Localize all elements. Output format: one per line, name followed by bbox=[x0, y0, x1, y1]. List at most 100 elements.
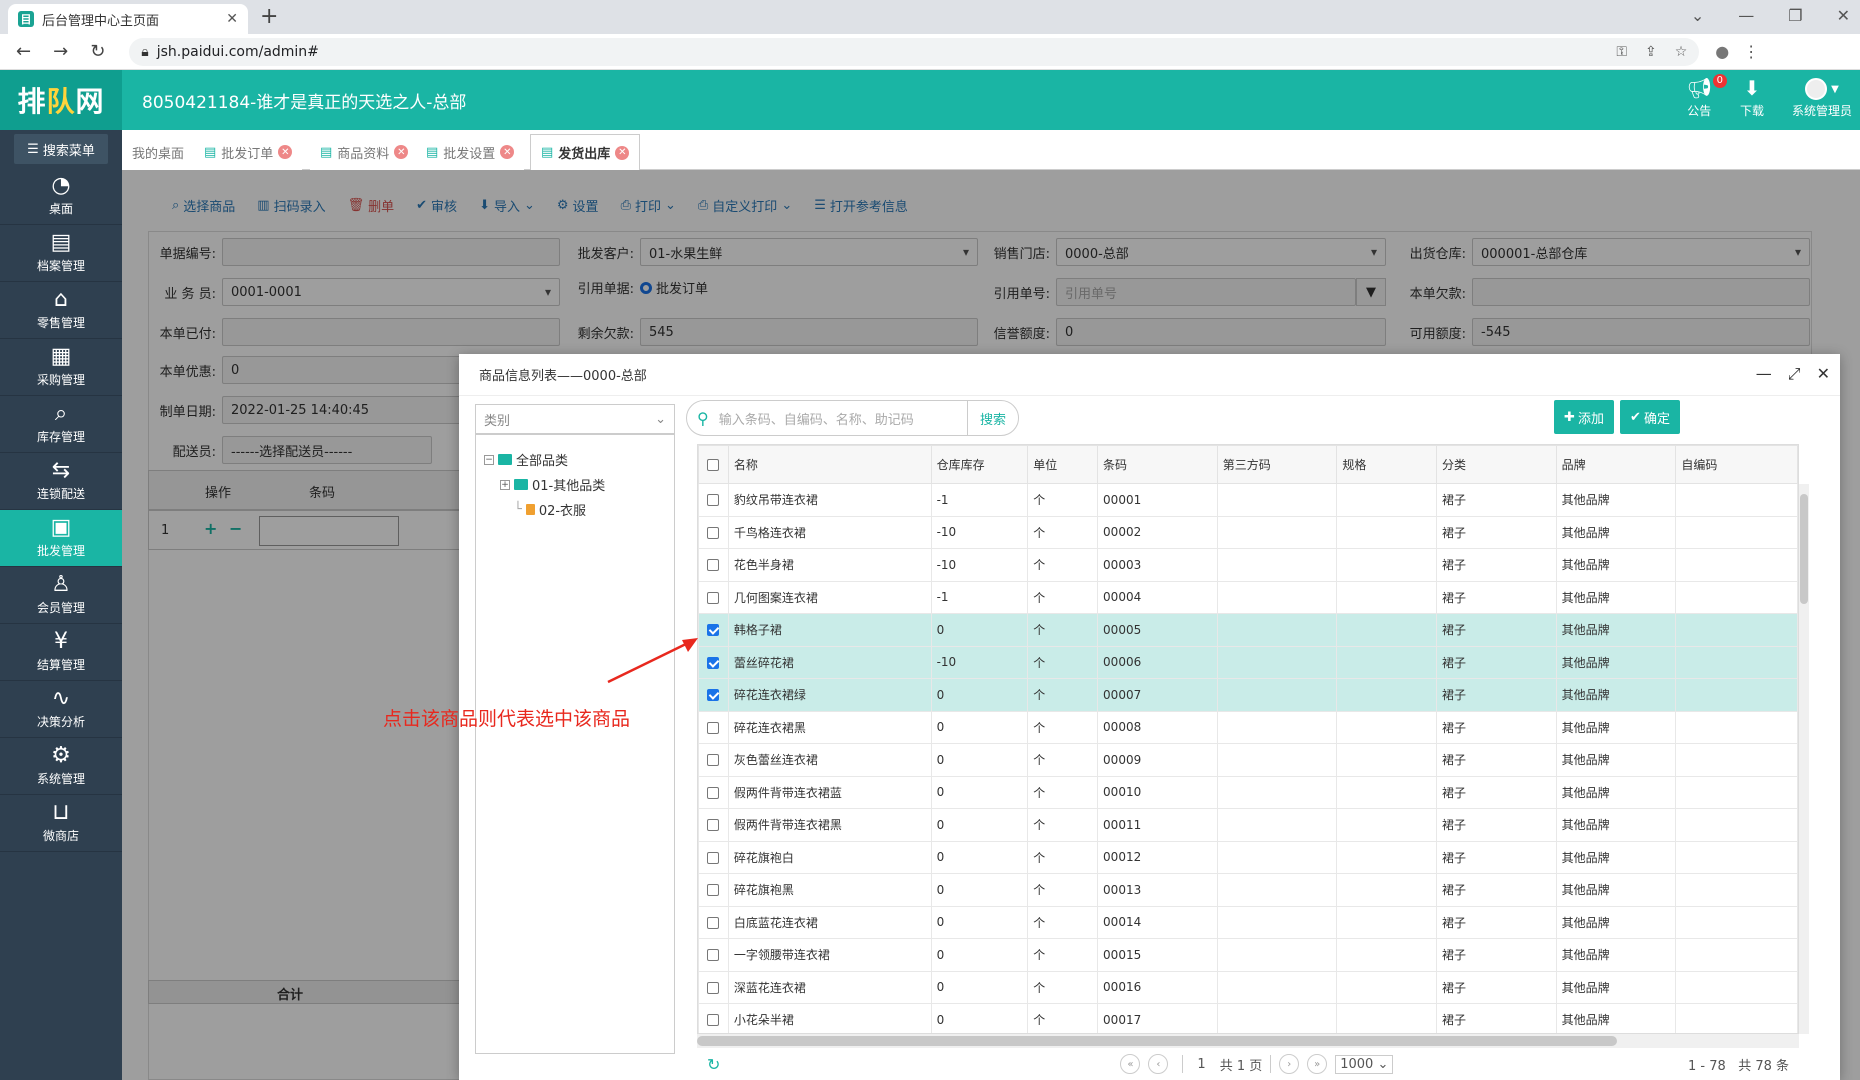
restore-button[interactable]: ❐ bbox=[1788, 6, 1802, 25]
sidebar-item-member[interactable]: ♙ 会员管理 bbox=[0, 567, 122, 624]
minimize-icon[interactable]: — bbox=[1756, 364, 1772, 384]
collapse-icon[interactable]: − bbox=[484, 454, 494, 465]
last-page-icon[interactable]: » bbox=[1307, 1054, 1328, 1074]
row-checkbox[interactable] bbox=[707, 526, 720, 539]
vertical-scroll-thumb[interactable] bbox=[1800, 494, 1808, 604]
search-input[interactable]: 输入条码、自编码、名称、助记码 bbox=[719, 409, 967, 428]
sidebar-item-purchase[interactable]: ▦ 采购管理 bbox=[0, 339, 122, 396]
key-icon[interactable]: ⚿ bbox=[1616, 44, 1627, 60]
row-checkbox[interactable] bbox=[707, 1014, 720, 1027]
close-icon[interactable]: ✕ bbox=[1817, 364, 1830, 384]
sidebar-item-analysis[interactable]: ∿ 决策分析 bbox=[0, 681, 122, 738]
table-row[interactable]: 一字领腰带连衣裙 0 个 00015 裙子 其他品牌 bbox=[698, 938, 1798, 972]
table-row[interactable]: 灰色蕾丝连衣裙 0 个 00009 裙子 其他品牌 bbox=[698, 743, 1798, 777]
table-row[interactable]: 碎花旗袍黑 0 个 00013 裙子 其他品牌 bbox=[698, 873, 1798, 907]
tab-2[interactable]: ▤ 商品资料 ✕ bbox=[310, 134, 419, 170]
confirm-button[interactable]: ✔ 确定 bbox=[1620, 400, 1680, 434]
table-row[interactable]: 假两件背带连衣裙蓝 0 个 00010 裙子 其他品牌 bbox=[698, 775, 1798, 809]
add-button[interactable]: ✚ 添加 bbox=[1554, 400, 1614, 434]
announce-button[interactable]: 📢︎ 0 公告 bbox=[1687, 74, 1727, 119]
table-row[interactable]: 白底蓝花连衣裙 0 个 00014 裙子 其他品牌 bbox=[698, 905, 1798, 939]
row-checkbox[interactable] bbox=[707, 689, 720, 702]
row-checkbox[interactable] bbox=[707, 754, 720, 767]
table-row[interactable]: 碎花旗袍白 0 个 00012 裙子 其他品牌 bbox=[698, 840, 1798, 874]
prev-page-icon[interactable]: ‹ bbox=[1148, 1054, 1169, 1074]
row-checkbox[interactable] bbox=[707, 981, 720, 994]
sidebar-item-shop[interactable]: ⊔ 微商店 bbox=[0, 795, 122, 852]
row-checkbox[interactable] bbox=[707, 884, 720, 897]
tab-0[interactable]: 我的桌面 bbox=[122, 134, 195, 170]
close-tab-icon[interactable]: ✕ bbox=[226, 11, 238, 27]
tree-node-root[interactable]: − 全部品类 bbox=[484, 447, 666, 472]
maximize-icon[interactable]: ⤢ bbox=[1788, 364, 1801, 384]
table-row[interactable]: 蕾丝碎花裙 -10 个 00006 裙子 其他品牌 bbox=[698, 645, 1798, 679]
column-header[interactable]: 单位 bbox=[1027, 445, 1099, 484]
sidebar-item-wholesale[interactable]: ▣ 批发管理 bbox=[0, 510, 122, 567]
row-checkbox[interactable] bbox=[707, 851, 720, 864]
column-header[interactable]: 规格 bbox=[1336, 445, 1437, 484]
share-icon[interactable]: ⇪ bbox=[1645, 44, 1657, 60]
table-row[interactable]: 豹纹吊带连衣裙 -1 个 00001 裙子 其他品牌 bbox=[698, 483, 1798, 517]
table-row[interactable]: 千鸟格连衣裙 -10 个 00002 裙子 其他品牌 bbox=[698, 515, 1798, 549]
first-page-icon[interactable]: « bbox=[1120, 1054, 1141, 1074]
table-row[interactable]: 韩格子裙 0 个 00005 裙子 其他品牌 bbox=[698, 613, 1798, 647]
forward-icon[interactable]: → bbox=[53, 41, 68, 62]
tree-node-other[interactable]: + 01-其他品类 bbox=[484, 472, 666, 497]
column-header[interactable]: 条码 bbox=[1097, 445, 1218, 484]
download-button[interactable]: ⬇ 下载 bbox=[1740, 76, 1764, 119]
star-icon[interactable]: ☆ bbox=[1675, 44, 1688, 60]
tab-4[interactable]: ▤ 发货出库 ✕ bbox=[530, 134, 641, 171]
expand-icon[interactable]: + bbox=[500, 479, 510, 490]
new-tab-button[interactable]: + bbox=[260, 4, 278, 29]
sidebar-item-dashboard[interactable]: ◔ 桌面 bbox=[0, 168, 122, 225]
category-select[interactable]: 类别 ⌄ bbox=[475, 404, 675, 434]
minimize-button[interactable]: — bbox=[1738, 6, 1754, 25]
sidebar-item-store[interactable]: ⌂ 零售管理 bbox=[0, 282, 122, 339]
table-row[interactable]: 碎花连衣裙黑 0 个 00008 裙子 其他品牌 bbox=[698, 710, 1798, 744]
tab-1[interactable]: ▤ 批发订单 ✕ bbox=[194, 134, 303, 170]
sidebar-item-delivery[interactable]: ⇆ 连锁配送 bbox=[0, 453, 122, 510]
page-size-select[interactable]: 1000 ⌄ bbox=[1335, 1054, 1394, 1074]
sidebar-item-archive[interactable]: ▤ 档案管理 bbox=[0, 225, 122, 282]
chevron-down-icon[interactable]: ⌄ bbox=[1691, 6, 1704, 25]
table-row[interactable]: 小花朵半裙 0 个 00017 裙子 其他品牌 bbox=[698, 1003, 1798, 1033]
row-checkbox[interactable] bbox=[707, 819, 720, 832]
column-header[interactable]: 名称 bbox=[727, 445, 932, 484]
column-header[interactable]: 自编码 bbox=[1675, 445, 1798, 484]
row-checkbox[interactable] bbox=[707, 916, 720, 929]
user-menu[interactable]: ▼ 系统管理员 bbox=[1792, 76, 1852, 119]
table-row[interactable]: 几何图案连衣裙 -1 个 00004 裙子 其他品牌 bbox=[698, 580, 1798, 614]
row-checkbox[interactable] bbox=[707, 721, 720, 734]
sidebar-item-inventory[interactable]: ⌕ 库存管理 bbox=[0, 396, 122, 453]
row-checkbox[interactable] bbox=[707, 494, 720, 507]
column-header[interactable]: 仓库库存 bbox=[930, 445, 1029, 484]
browser-tab[interactable]: 目 后台管理中心主页面 ✕ bbox=[8, 4, 248, 34]
column-header[interactable]: 分类 bbox=[1435, 445, 1557, 484]
row-checkbox[interactable] bbox=[707, 786, 720, 799]
sidebar-item-settings[interactable]: ⚙ 系统管理 bbox=[0, 738, 122, 795]
row-checkbox[interactable] bbox=[707, 591, 720, 604]
menu-icon[interactable]: ⋮ bbox=[1743, 42, 1759, 61]
back-icon[interactable]: ← bbox=[16, 41, 31, 62]
table-row[interactable]: 假两件背带连衣裙黑 0 个 00011 裙子 其他品牌 bbox=[698, 808, 1798, 842]
next-page-icon[interactable]: › bbox=[1279, 1054, 1300, 1074]
row-checkbox[interactable] bbox=[707, 949, 720, 962]
column-header[interactable]: 品牌 bbox=[1555, 445, 1677, 484]
row-checkbox[interactable] bbox=[707, 559, 720, 572]
table-row[interactable]: 花色半身裙 -10 个 00003 裙子 其他品牌 bbox=[698, 548, 1798, 582]
search-menu-button[interactable]: ☰ 搜索菜单 bbox=[14, 134, 108, 164]
select-all-checkbox[interactable] bbox=[707, 459, 720, 471]
close-tab-icon[interactable]: ✕ bbox=[278, 145, 293, 159]
table-row[interactable]: 深蓝花连衣裙 0 个 00016 裙子 其他品牌 bbox=[698, 970, 1798, 1004]
tree-node-clothes[interactable]: └ 02-衣服 bbox=[484, 497, 666, 522]
close-window-button[interactable]: ✕ bbox=[1837, 6, 1850, 25]
reload-icon[interactable]: ↻ bbox=[90, 41, 105, 62]
refresh-icon[interactable]: ↻ bbox=[707, 1055, 720, 1074]
profile-icon[interactable]: ● bbox=[1715, 42, 1729, 61]
horizontal-scroll-thumb[interactable] bbox=[697, 1036, 1617, 1046]
sidebar-item-settlement[interactable]: ¥ 结算管理 bbox=[0, 624, 122, 681]
tab-3[interactable]: ▤ 批发设置 ✕ bbox=[416, 134, 525, 170]
close-tab-icon[interactable]: ✕ bbox=[394, 145, 409, 159]
column-header[interactable]: 第三方码 bbox=[1216, 445, 1338, 484]
page-number[interactable]: 1 bbox=[1197, 1057, 1205, 1072]
